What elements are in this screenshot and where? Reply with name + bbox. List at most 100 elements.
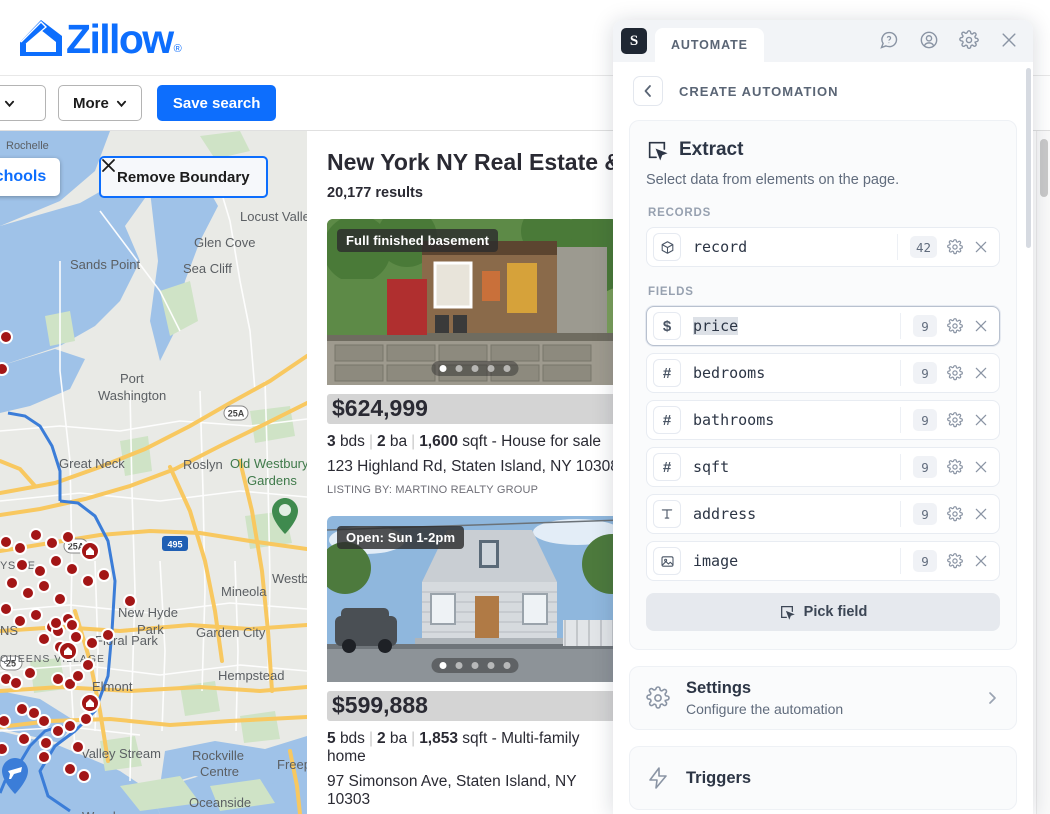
field-name-sqft[interactable]: sqft	[693, 458, 900, 476]
svg-text:Centre: Centre	[200, 764, 239, 779]
svg-text:Valley Stream: Valley Stream	[81, 746, 161, 761]
map-canvas[interactable]: 25A 25A 25 495 Rochelle Locust Valley Gl…	[0, 131, 307, 814]
extract-pointer-icon	[648, 141, 668, 161]
field-name-image[interactable]: image	[693, 552, 900, 570]
field-count-badge: 9	[913, 315, 937, 337]
chevron-down-icon	[116, 100, 126, 107]
close-icon[interactable]	[973, 459, 989, 475]
remove-boundary-label: Remove Boundary	[117, 168, 250, 186]
panel-tabbar: S AUTOMATE	[613, 20, 1033, 62]
carousel-dot[interactable]	[503, 662, 510, 669]
carousel-dot[interactable]	[487, 662, 494, 669]
account-icon[interactable]	[919, 30, 939, 50]
listing-price: $624,999	[327, 394, 433, 424]
beds-unit: bds	[339, 433, 365, 450]
listing-price: $599,888	[327, 691, 433, 721]
carousel-dot[interactable]	[439, 365, 446, 372]
gear-icon[interactable]	[959, 30, 979, 50]
carousel-dot[interactable]	[439, 662, 446, 669]
field-row-address[interactable]: address 9	[646, 494, 1000, 534]
carousel-dot[interactable]	[455, 662, 462, 669]
pick-pointer-icon	[780, 606, 795, 620]
close-icon[interactable]	[973, 318, 989, 334]
chevron-right-icon	[989, 692, 996, 704]
map-graphic: 25A 25A 25 495 Rochelle Locust Valley Gl…	[0, 131, 307, 814]
simplescraper-logo[interactable]: S	[621, 28, 647, 54]
tab-automate[interactable]: AUTOMATE	[655, 28, 764, 62]
listing-photo[interactable]: Full finished basement	[327, 219, 622, 385]
svg-text:Garden City: Garden City	[196, 625, 266, 640]
photo-carousel-dots[interactable]	[431, 361, 518, 376]
listing-badge: Open: Sun 1-2pm	[337, 526, 465, 549]
triggers-nav[interactable]: Triggers	[629, 746, 1017, 810]
field-row-bedrooms[interactable]: # bedrooms 9	[646, 353, 1000, 393]
svg-text:Port: Port	[120, 371, 144, 386]
baths-unit: ba	[389, 730, 408, 747]
scrollbar-thumb[interactable]	[1040, 139, 1048, 197]
sqft-value: 1,853	[419, 730, 458, 747]
zillow-logo[interactable]: Zillow ®	[18, 15, 182, 62]
gear-icon[interactable]	[947, 553, 963, 569]
close-icon[interactable]	[973, 506, 989, 522]
back-button[interactable]	[633, 76, 663, 106]
field-row-image[interactable]: image 9	[646, 541, 1000, 581]
field-name-price[interactable]: price	[693, 317, 900, 335]
svg-text:Elmont: Elmont	[92, 679, 133, 694]
more-filters-button[interactable]: More	[58, 85, 142, 121]
carousel-dot[interactable]	[471, 662, 478, 669]
carousel-dot[interactable]	[487, 365, 494, 372]
settings-nav[interactable]: Settings Configure the automation	[629, 666, 1017, 730]
gear-icon[interactable]	[947, 412, 963, 428]
close-icon[interactable]	[999, 30, 1019, 50]
svg-text:Woodmere: Woodmere	[82, 809, 145, 814]
field-count-badge: 9	[913, 550, 937, 572]
field-row-price[interactable]: $ price 9	[646, 306, 1000, 346]
gear-icon[interactable]	[947, 506, 963, 522]
close-icon[interactable]	[973, 553, 989, 569]
remove-boundary-button[interactable]: Remove Boundary	[99, 156, 268, 198]
gear-icon[interactable]	[947, 459, 963, 475]
schools-label: Schools	[0, 168, 47, 185]
close-icon[interactable]	[973, 365, 989, 381]
gear-icon[interactable]	[947, 365, 963, 381]
schools-filter-button[interactable]: Schools	[0, 158, 61, 196]
panel-scrollbar-thumb[interactable]	[1026, 68, 1031, 248]
listing-card[interactable]: Open: Sun 1-2pm $599,888 5 bds | 2 ba | …	[327, 516, 622, 814]
field-row-sqft[interactable]: # sqft 9	[646, 447, 1000, 487]
record-name[interactable]: record	[693, 238, 897, 256]
listing-address: 97 Simonson Ave, Staten Island, NY 10303	[327, 773, 577, 808]
filter-dropdown-button[interactable]	[0, 85, 46, 121]
photo-carousel-dots[interactable]	[431, 658, 518, 673]
field-row-actions: 9	[900, 454, 999, 480]
carousel-dot[interactable]	[471, 365, 478, 372]
triggers-text: Triggers	[686, 769, 1000, 788]
hash-icon: #	[653, 359, 681, 387]
svg-text:Mineola: Mineola	[221, 584, 267, 599]
beds-value: 5	[327, 730, 336, 747]
gear-icon[interactable]	[947, 239, 963, 255]
gear-icon[interactable]	[947, 318, 963, 334]
carousel-dot[interactable]	[503, 365, 510, 372]
listing-address: 123 Highland Rd, Staten Island, NY 10308	[327, 458, 619, 475]
listing-card[interactable]: Full finished basement $624,999 3 bds | …	[327, 219, 622, 506]
record-row[interactable]: record 42	[646, 227, 1000, 267]
gear-icon	[646, 686, 670, 709]
page-scrollbar[interactable]	[1036, 131, 1050, 814]
listing-details: $624,999 3 bds | 2 ba | 1,600 sqft - House f…	[327, 385, 622, 506]
field-name-address[interactable]: address	[693, 505, 900, 523]
field-row-bathrooms[interactable]: # bathrooms 9	[646, 400, 1000, 440]
baths-value: 2	[376, 730, 386, 747]
text-icon	[653, 500, 681, 528]
field-name-bedrooms[interactable]: bedrooms	[693, 364, 900, 382]
carousel-dot[interactable]	[455, 365, 462, 372]
save-search-button[interactable]: Save search	[156, 85, 277, 121]
listing-photo[interactable]: Open: Sun 1-2pm	[327, 516, 622, 682]
chat-icon[interactable]	[879, 30, 899, 50]
image-icon	[653, 547, 681, 575]
close-icon[interactable]	[973, 412, 989, 428]
field-name-bathrooms[interactable]: bathrooms	[693, 411, 900, 429]
pick-field-button[interactable]: Pick field	[646, 593, 1000, 631]
zillow-logo-text: Zillow	[66, 15, 174, 62]
close-icon[interactable]	[973, 239, 989, 255]
fields-label: FIELDS	[648, 286, 694, 298]
